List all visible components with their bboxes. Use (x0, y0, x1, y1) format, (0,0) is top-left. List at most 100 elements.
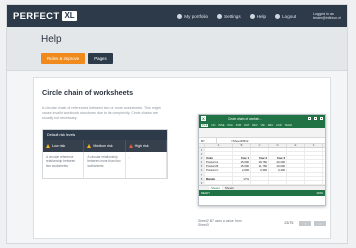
excel-menu: DEV (267, 123, 274, 127)
excel-cell (305, 148, 323, 152)
excel-cell (251, 176, 269, 180)
top-bar: PERFECT XL My portfolio Settings Help Lo… (7, 5, 347, 27)
excel-menu: PAG (227, 123, 233, 127)
excel-cell: 20,200 (269, 160, 287, 164)
gear-icon (217, 13, 223, 19)
risk-table-header: Default risk levels (43, 130, 167, 140)
logo[interactable]: PERFECT XL (13, 11, 77, 22)
excel-name-box: B7 (199, 138, 217, 143)
col-header: F (305, 144, 323, 147)
rule-description: A circular chain of references between t… (42, 106, 161, 120)
nav-portfolio[interactable]: My portfolio (177, 13, 209, 19)
excel-cell (233, 148, 251, 152)
user-email: tester@infinion.nl (313, 16, 341, 20)
excel-cell (287, 168, 305, 172)
app-window: PERFECT XL My portfolio Settings Help Lo… (6, 4, 348, 244)
excel-title: Circle chain of worksh... (228, 116, 262, 121)
excel-cell: 15,000 (233, 160, 251, 164)
minimize-icon (308, 117, 311, 120)
excel-cell (251, 148, 269, 152)
nav-settings-label: Settings (224, 13, 241, 19)
excel-cell (305, 152, 323, 156)
excel-toolbar (199, 128, 325, 138)
excel-cell (287, 172, 305, 176)
excel-cell: 2,000 (233, 168, 251, 172)
excel-logo-icon: X (201, 116, 206, 121)
pagination-bar: Sheet2 B7 uses a value from Sheet3 23/75… (198, 219, 326, 227)
excel-status: READY (201, 191, 210, 195)
excel-cell (287, 176, 305, 180)
excel-cell (305, 180, 323, 184)
excel-cell (287, 160, 305, 164)
close-icon (320, 117, 323, 120)
excel-cell (205, 172, 233, 176)
nav-settings[interactable]: Settings (217, 13, 241, 19)
excel-cell: Year 2 (251, 156, 269, 160)
main-nav: My portfolio Settings Help Logout Logged… (177, 12, 341, 21)
col-header: E (287, 144, 305, 147)
prev-button[interactable]: ‹ (299, 220, 312, 226)
help-icon (249, 13, 255, 19)
excel-menu: HO (211, 123, 216, 127)
excel-cell (269, 148, 287, 152)
excel-cell: Year 1 (233, 156, 251, 160)
excel-cell (269, 176, 287, 180)
nav-logout[interactable]: Logout (275, 13, 296, 19)
excel-cell (205, 180, 233, 184)
nav-help[interactable]: Help (249, 13, 267, 19)
excel-cell (233, 172, 251, 176)
excel-menu-file: FILE (201, 123, 209, 127)
excel-cell (233, 152, 251, 156)
risk-low-label: Low risk (52, 144, 66, 148)
excel-cell (305, 156, 323, 160)
help-header: Help Rules & improve Pages (7, 27, 347, 71)
tab-pages[interactable]: Pages (88, 53, 113, 64)
excel-cell (287, 156, 305, 160)
nav-help-label: Help (256, 13, 267, 19)
rule-title: Circle chain of worksheets (42, 88, 134, 97)
user-info: Logged in as tester@infinion.nl (313, 12, 341, 21)
page-title: Help (41, 34, 62, 45)
excel-menu: DAT (244, 123, 250, 127)
excel-cell: Units (205, 156, 233, 160)
excel-cell (305, 172, 323, 176)
excel-cell (251, 180, 269, 184)
excel-formula: =Sheet3!B12 (231, 138, 249, 143)
col-header: C (251, 144, 269, 147)
risk-medium: Medium risk (84, 140, 126, 152)
risk-low-desc: A circular reference relationship betwee… (43, 152, 85, 178)
next-button[interactable]: › (314, 220, 326, 226)
excel-cell (305, 160, 323, 164)
page-counter: 23/75 (284, 221, 294, 225)
excel-cell (305, 168, 323, 172)
excel-cell (269, 172, 287, 176)
risk-high-desc: - (126, 152, 167, 178)
tab-rules[interactable]: Rules & improve (41, 53, 86, 64)
risk-levels-row: Low risk Medium risk High risk (43, 140, 167, 152)
excel-menu: ACR (276, 123, 282, 127)
excel-menu: REV (252, 123, 258, 127)
home-icon (177, 13, 183, 19)
excel-cell (205, 152, 233, 156)
excel-cell: Product A (205, 160, 233, 164)
excel-cell: 11,750 (251, 164, 269, 168)
content-card: Circle chain of worksheets A circular ch… (33, 77, 331, 239)
logout-icon (275, 13, 281, 19)
footer-note: Sheet2 B7 uses a value from Sheet3 (198, 219, 242, 227)
risk-descriptions-row: A circular reference relationship betwee… (43, 152, 167, 178)
excel-titlebar: X Circle chain of worksh... (199, 115, 325, 122)
excel-cell: 3,400 (269, 168, 287, 172)
col-header: B (233, 144, 251, 147)
risk-table: Default risk levels Low risk Medium risk… (42, 129, 168, 179)
excel-menu: FOR (235, 123, 242, 127)
excel-cell: Product C (205, 168, 233, 172)
excel-cell: 17% (233, 176, 251, 180)
logo-text: PERFECT (13, 10, 60, 22)
logo-mark: XL (62, 11, 77, 21)
excel-cell: 15,000 (233, 164, 251, 168)
excel-cell (269, 180, 287, 184)
nav-portfolio-label: My portfolio (184, 13, 209, 19)
excel-cell: Margin (205, 176, 233, 180)
excel-cell: Product B (205, 164, 233, 168)
excel-cell: 10,000 (269, 164, 287, 168)
